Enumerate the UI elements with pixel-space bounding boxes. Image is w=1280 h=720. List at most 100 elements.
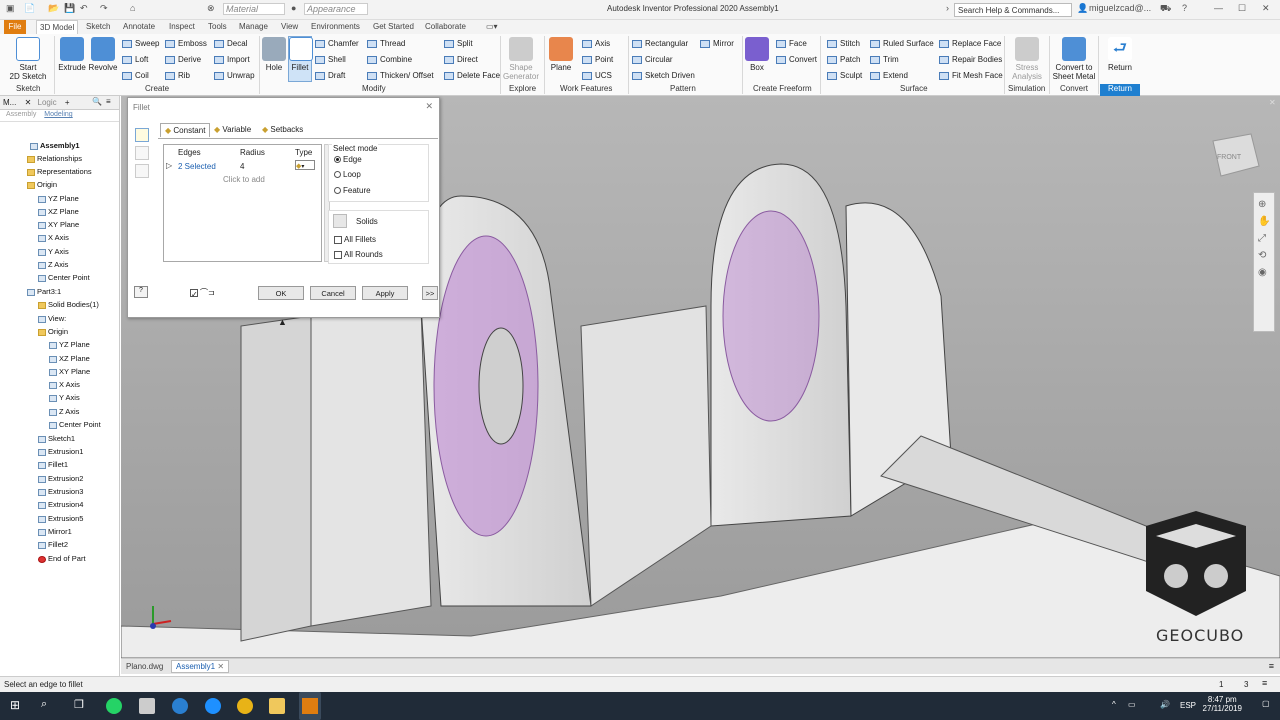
tree-item[interactable]: Z Axis bbox=[49, 407, 79, 416]
search-input[interactable]: Search Help & Commands... bbox=[954, 3, 1072, 17]
tree-item[interactable]: Y Axis bbox=[38, 247, 69, 256]
tree-item[interactable]: Mirror1 bbox=[38, 527, 72, 536]
coil-button[interactable]: Coil bbox=[122, 71, 149, 80]
hole-button[interactable]: Hole bbox=[262, 37, 286, 72]
combine-button[interactable]: Combine bbox=[367, 55, 412, 64]
tree-item[interactable]: XZ Plane bbox=[49, 354, 90, 363]
radius-value[interactable]: 4 bbox=[240, 162, 244, 171]
tab-variable[interactable]: ◆ Variable bbox=[214, 125, 251, 134]
shape-generator-button[interactable]: Shape Generator bbox=[502, 37, 540, 81]
solids-select-icon[interactable] bbox=[333, 214, 347, 228]
close-icon[interactable]: ✕ bbox=[425, 101, 433, 112]
draft-button[interactable]: Draft bbox=[315, 71, 345, 80]
ucs-button[interactable]: UCS bbox=[582, 71, 612, 80]
chamfer-button[interactable]: Chamfer bbox=[315, 39, 359, 48]
emboss-button[interactable]: Emboss bbox=[165, 39, 207, 48]
stitch-button[interactable]: Stitch bbox=[827, 39, 860, 48]
delete-face-button[interactable]: Delete Face bbox=[444, 71, 500, 80]
tree-item[interactable]: Extrusion1 bbox=[38, 447, 83, 456]
tree-item[interactable]: Solid Bodies(1) bbox=[38, 300, 99, 309]
file-explorer-icon[interactable] bbox=[269, 698, 285, 714]
stress-analysis-button[interactable]: Stress Analysis bbox=[1008, 37, 1046, 81]
checkbox[interactable] bbox=[334, 250, 342, 259]
tree-item[interactable]: Origin bbox=[38, 327, 68, 336]
home-icon[interactable]: ⌂ bbox=[130, 3, 135, 13]
minimize-icon[interactable]: — bbox=[1214, 3, 1223, 13]
close-icon[interactable]: ✕ bbox=[1262, 3, 1270, 14]
steering-wheel-icon[interactable]: ⊕ bbox=[1258, 199, 1270, 210]
tree-item[interactable]: Sketch1 bbox=[38, 434, 75, 443]
edge-icon[interactable] bbox=[205, 698, 221, 714]
unwrap-button[interactable]: Unwrap bbox=[214, 71, 255, 80]
calculator-icon[interactable] bbox=[139, 698, 155, 714]
sweep-button[interactable]: Sweep bbox=[122, 39, 159, 48]
task-view-icon[interactable]: ❐ bbox=[74, 698, 84, 711]
app-logo-icon[interactable]: ▣ bbox=[6, 3, 15, 14]
viewport-close-icon[interactable]: ✕ bbox=[1269, 98, 1276, 107]
tree-item[interactable]: Part3:1 bbox=[27, 287, 61, 296]
tab-manage[interactable]: Manage bbox=[239, 22, 268, 31]
new-icon[interactable]: 📄 bbox=[24, 3, 35, 14]
edges-table[interactable]: Edges Radius Type ▷ 2 Selected 4 ◆▾ Clic… bbox=[163, 144, 322, 262]
trim-button[interactable]: Trim bbox=[870, 55, 899, 64]
all-fillets-checkbox[interactable]: All Fillets bbox=[334, 235, 376, 244]
extend-button[interactable]: Extend bbox=[870, 71, 908, 80]
tree-item[interactable]: End of Part bbox=[38, 554, 86, 563]
close-icon[interactable]: ✕ bbox=[217, 662, 224, 671]
tree-item[interactable]: View: bbox=[38, 314, 66, 323]
help-icon[interactable]: ? bbox=[1182, 3, 1187, 13]
tree-item[interactable]: YZ Plane bbox=[38, 194, 79, 203]
mode-edge[interactable]: Edge bbox=[334, 155, 362, 164]
ok-button[interactable]: OK bbox=[258, 286, 304, 300]
cart-icon[interactable]: ⛟ bbox=[1160, 3, 1171, 15]
viewcube-label[interactable]: FRONT bbox=[1217, 154, 1241, 161]
rib-button[interactable]: Rib bbox=[165, 71, 190, 80]
patch-button[interactable]: Patch bbox=[827, 55, 860, 64]
cancel-button[interactable]: Cancel bbox=[310, 286, 356, 300]
orbit-icon[interactable]: ⟲ bbox=[1258, 250, 1270, 261]
ie-icon[interactable] bbox=[172, 698, 188, 714]
convert-button[interactable]: Convert bbox=[776, 55, 817, 64]
tree-item[interactable]: Origin bbox=[27, 180, 57, 189]
rectangular-pattern-button[interactable]: Rectangular bbox=[632, 39, 688, 48]
axis-button[interactable]: Axis bbox=[582, 39, 610, 48]
tab-model[interactable]: M... bbox=[3, 98, 16, 107]
help-icon[interactable]: ? bbox=[134, 286, 148, 298]
tree-item[interactable]: Extrusion5 bbox=[38, 514, 83, 523]
tree-item[interactable]: XY Plane bbox=[49, 367, 90, 376]
tab-sketch[interactable]: Sketch bbox=[86, 22, 110, 31]
chevron-right-icon[interactable]: › bbox=[946, 3, 949, 13]
tree-item[interactable]: Relationships bbox=[27, 154, 82, 163]
tab-annotate[interactable]: Annotate bbox=[123, 22, 155, 31]
status-menu-icon[interactable]: ≡ bbox=[1262, 678, 1267, 688]
repair-bodies-button[interactable]: Repair Bodies bbox=[939, 55, 1002, 64]
checkbox[interactable]: ✓ bbox=[190, 288, 198, 299]
all-rounds-checkbox[interactable]: All Rounds bbox=[334, 250, 383, 259]
mode-loop[interactable]: Loop bbox=[334, 170, 361, 179]
tab-collaborate[interactable]: Collaborate bbox=[425, 22, 466, 31]
edge-fillet-icon[interactable] bbox=[135, 128, 149, 142]
tab-assembly[interactable]: Assembly bbox=[6, 111, 36, 118]
thread-button[interactable]: Thread bbox=[367, 39, 405, 48]
whatsapp-icon[interactable] bbox=[106, 698, 122, 714]
file-tab[interactable]: File bbox=[4, 20, 26, 34]
doc-tab-assembly[interactable]: Assembly1 ✕ bbox=[171, 660, 230, 673]
radio-button[interactable] bbox=[334, 156, 341, 164]
box-button[interactable]: Box bbox=[745, 37, 769, 72]
checkbox[interactable] bbox=[334, 235, 342, 244]
search-icon[interactable]: ⌕ bbox=[41, 698, 47, 711]
return-button[interactable]: ⮐ Return bbox=[1104, 37, 1136, 72]
sculpt-button[interactable]: Sculpt bbox=[827, 71, 862, 80]
volume-icon[interactable]: 🔊 bbox=[1160, 700, 1170, 709]
derive-button[interactable]: Derive bbox=[165, 55, 201, 64]
tree-item[interactable]: Fillet2 bbox=[38, 540, 68, 549]
decal-button[interactable]: Decal bbox=[214, 39, 247, 48]
split-button[interactable]: Split bbox=[444, 39, 473, 48]
thicken-button[interactable]: Thicken/ Offset bbox=[367, 71, 434, 80]
tree-item[interactable]: Extrusion4 bbox=[38, 500, 83, 509]
tab-modeling[interactable]: Modeling bbox=[44, 111, 72, 118]
tree-item[interactable]: Y Axis bbox=[49, 393, 80, 402]
replace-face-button[interactable]: Replace Face bbox=[939, 39, 1001, 48]
tab-menu-icon[interactable]: ≡ bbox=[1269, 661, 1274, 671]
panel-options-icon[interactable]: ▭▾ bbox=[486, 22, 498, 31]
